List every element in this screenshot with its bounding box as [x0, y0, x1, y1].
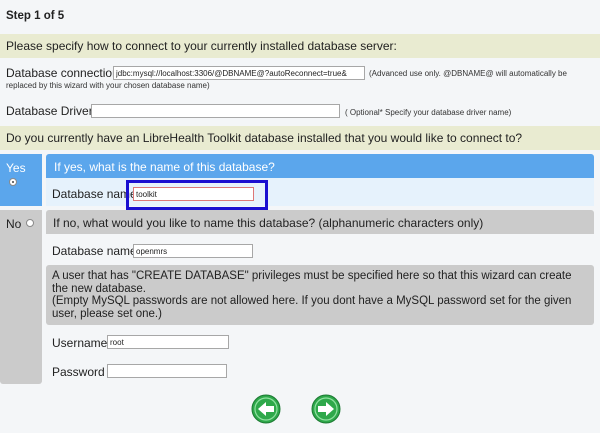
new-db-name-input[interactable]: [133, 244, 253, 258]
yes-db-label: Database name: [52, 187, 137, 201]
driver-note: ( Optional* Specify your database driver…: [345, 108, 512, 117]
privileges-warning: A user that has "CREATE DATABASE" privil…: [46, 265, 594, 325]
intro-banner: Please specify how to connect to your cu…: [0, 34, 600, 58]
yes-radio[interactable]: [9, 178, 17, 186]
warning-text-1: A user that has "CREATE DATABASE" privil…: [52, 270, 572, 295]
no-label: No: [6, 217, 22, 231]
no-header-text: If no, what would you like to name this …: [53, 216, 484, 230]
intro-text: Please specify how to connect to your cu…: [6, 39, 397, 53]
yes-header-text: If yes, what is the name of this databas…: [54, 160, 275, 174]
no-header: If no, what would you like to name this …: [46, 210, 594, 234]
password-input[interactable]: [107, 364, 227, 378]
driver-label: Database Driver:: [6, 104, 97, 118]
username-label: Username: [52, 336, 108, 350]
arrow-left-icon[interactable]: [251, 394, 281, 424]
question-banner: Do you currently have an LibreHealth Too…: [0, 126, 600, 150]
no-option[interactable]: No: [0, 210, 42, 384]
username-input[interactable]: [107, 335, 229, 349]
question-text: Do you currently have an LibreHealth Too…: [6, 131, 523, 145]
yes-option[interactable]: Yes: [0, 154, 42, 206]
password-label: Password: [52, 365, 105, 379]
connection-label: Database connection:: [6, 66, 123, 80]
step-title: Step 1 of 5: [6, 10, 65, 22]
arrow-right-icon[interactable]: [311, 394, 341, 424]
connection-note-b: replaced by this wizard with your chosen…: [6, 81, 210, 90]
yes-label: Yes: [6, 161, 26, 175]
warning-text-2: (Empty MySQL passwords are not allowed h…: [52, 295, 572, 320]
no-radio[interactable]: [26, 219, 34, 227]
highlight-box: [126, 180, 268, 210]
yes-header: If yes, what is the name of this databas…: [46, 154, 594, 178]
no-db-label: Database name:: [52, 244, 141, 258]
connection-input[interactable]: [113, 66, 365, 80]
connection-note-a: (Advanced use only. @DBNAME@ will automa…: [369, 69, 567, 78]
driver-input[interactable]: [91, 104, 340, 118]
